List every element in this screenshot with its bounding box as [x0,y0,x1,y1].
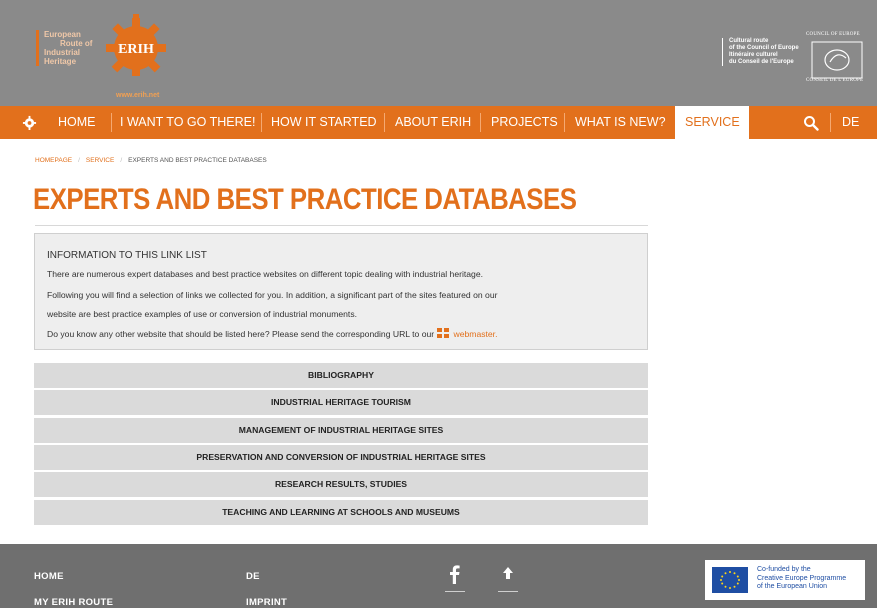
footer-imprint-link[interactable]: IMPRINT [246,597,287,608]
coe-line: Itinéraire culturel [729,52,778,58]
info-box: INFORMATION TO THIS LINK LIST There are … [34,233,648,350]
nav-projects[interactable]: PROJECTS [491,106,558,139]
search-icon[interactable] [803,115,819,131]
section-industrial-heritage-tourism[interactable]: INDUSTRIAL HERITAGE TOURISM [34,390,648,415]
facebook-icon[interactable] [445,562,465,592]
nav-divider [261,113,262,132]
section-research-results[interactable]: RESEARCH RESULTS, STUDIES [34,472,648,497]
logo-line: Route of [60,39,93,48]
nav-divider [384,113,385,132]
logo-line: Industrial [44,48,81,57]
nav-home[interactable]: HOME [58,106,96,139]
logo-line: European [44,30,81,39]
section-teaching-learning[interactable]: TEACHING AND LEARNING AT SCHOOLS AND MUS… [34,500,648,525]
section-management-sites[interactable]: MANAGEMENT OF INDUSTRIAL HERITAGE SITES [34,418,648,443]
footer-language-link[interactable]: DE [246,571,260,582]
logo-url[interactable]: www.erih.net [116,92,159,99]
main-nav: HOME I WANT TO GO THERE! HOW IT STARTED … [0,106,877,139]
nav-how-it-started[interactable]: HOW IT STARTED [271,106,377,139]
footer-home-link[interactable]: HOME [34,571,64,582]
eu-text-line: Co-funded by the [757,566,811,573]
coe-bottom-label: CONSEIL DE L'EUROPE [806,78,864,83]
breadcrumb-separator: / [120,157,123,164]
logo-line: Heritage [44,57,77,66]
section-bibliography[interactable]: BIBLIOGRAPHY [34,363,648,388]
nav-divider [111,113,112,132]
eu-text-line: of the European Union [757,583,828,590]
eu-flag-icon [712,567,748,593]
info-line-webmaster: Do you know any other website that shoul… [47,328,497,339]
icon-underline [445,591,465,592]
erih-logo-text[interactable]: European Route of Industrial Heritage [36,30,96,66]
nav-divider [564,113,565,132]
nav-divider [480,113,481,132]
logo-gear-text: ERIH [118,42,154,57]
council-route-label: Cultural route of the Council of Europe … [722,38,802,66]
webmaster-link[interactable]: webmaster [454,329,496,339]
breadcrumb-separator: / [78,157,80,164]
eu-funding-text: Co-funded by the Creative Europe Program… [757,566,863,592]
facebook-glyph [450,565,460,584]
home-gear-icon[interactable] [22,115,37,130]
erih-gear-logo[interactable]: ERIH [104,14,168,78]
icon-underline [498,591,518,592]
eu-text-line: Creative Europe Programme [757,574,847,582]
info-heading: INFORMATION TO THIS LINK LIST [47,250,207,261]
info-line: Following you will find a selection of l… [47,290,498,300]
breadcrumb: HOMEPAGE / SERVICE / EXPERTS AND BEST PRACTI… [35,157,267,164]
arrow-up-glyph [503,567,513,579]
breadcrumb-current: EXPERTS AND BEST PRACTICE DATABASES [128,157,267,164]
external-link-icon [436,328,449,338]
nav-what-is-new[interactable]: WHAT IS NEW? [575,106,666,139]
section-preservation-conversion[interactable]: PRESERVATION AND CONVERSION OF INDUSTRIA… [34,445,648,470]
webmaster-link-period: . [495,329,498,339]
eu-stars [720,571,740,589]
info-line: There are numerous expert databases and … [47,269,483,279]
breadcrumb-homepage[interactable]: HOMEPAGE [35,157,72,164]
coe-line: of the Council of Europe [729,45,799,51]
info-line-text: Do you know any other website that shoul… [47,329,435,339]
nav-about-erih[interactable]: ABOUT ERIH [395,106,471,139]
language-switch[interactable]: DE [842,106,859,139]
breadcrumb-service[interactable]: SERVICE [86,157,114,164]
footer-my-erih-route-link[interactable]: MY ERIH ROUTE [34,597,113,608]
nav-service[interactable]: SERVICE [675,106,749,139]
active-nav-pointer [702,139,716,146]
eu-funding-badge: Co-funded by the Creative Europe Program… [705,560,865,600]
coe-line: du Conseil de l'Europe [729,59,794,65]
page-title: EXPERTS AND BEST PRACTICE DATABASES [33,183,577,216]
info-line: website are best practice examples of us… [47,309,358,319]
nav-divider [830,113,831,132]
arrow-up-icon[interactable] [498,562,518,592]
nav-i-want-to-go-there[interactable]: I WANT TO GO THERE! [120,106,255,139]
title-divider [35,225,648,226]
coe-line: Cultural route [729,38,769,44]
